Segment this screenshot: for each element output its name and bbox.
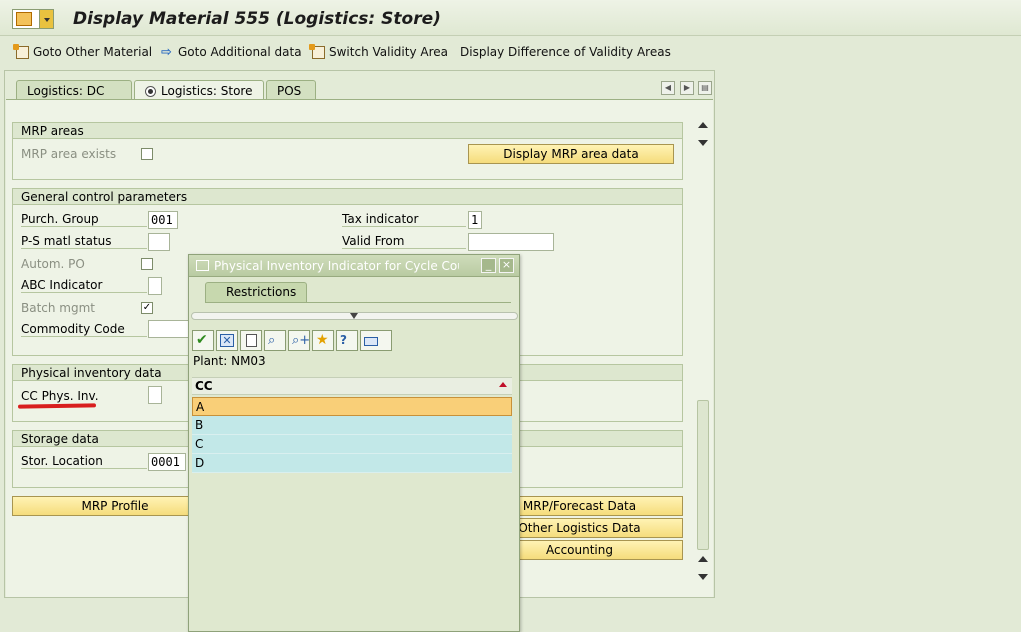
find-next-icon[interactable]: ⌕+ [288,330,310,351]
commodity-code-field[interactable] [148,320,190,338]
find-icon[interactable]: ⌕ [264,330,286,351]
restrictions-splitter[interactable] [191,312,518,320]
tab-pos[interactable]: POS [266,80,316,100]
dialog-toolbar: ✔ ✕ ⌕ ⌕+ ★ ? [192,330,392,352]
autom-po-label: Autom. PO [21,257,85,271]
mrp-area-exists-label: MRP area exists [21,147,117,161]
new-doc-icon[interactable] [240,330,262,351]
application-toolbar: Goto Other Material ⇨ Goto Additional da… [0,37,1021,67]
group-title: General control parameters [13,189,682,205]
tab-label: POS [277,83,302,98]
sort-ascending-icon [499,382,507,387]
dialog-title: Physical Inventory Indicator for Cycle C… [214,259,459,273]
list-item[interactable]: C [192,435,512,454]
dialog-title-bar: Physical Inventory Indicator for Cycle C… [189,255,519,277]
tab-restrictions[interactable]: Restrictions [205,282,307,302]
f4-help-dialog: Physical Inventory Indicator for Cycle C… [188,254,520,632]
cancel-icon[interactable]: ✕ [216,330,238,351]
tax-indicator-label: Tax indicator [342,212,466,227]
purch-group-field[interactable]: 001 [148,211,178,229]
menu-icon [16,12,32,26]
cc-column-header[interactable]: CC [192,377,512,395]
scroll-up-icon[interactable] [698,122,708,128]
commodity-code-label: Commodity Code [21,322,147,337]
material-doc-icon [13,43,29,59]
list-item[interactable]: D [192,454,512,473]
vertical-scrollbar[interactable] [695,118,711,586]
scroll-thumb[interactable] [697,400,709,550]
switch-validity-area-button[interactable]: Switch Validity Area [309,43,448,61]
valid-from-label: Valid From [342,234,466,249]
batch-mgmt-checkbox: ✓ [141,302,153,314]
stor-location-field[interactable]: 0001 [148,453,186,471]
check-icon[interactable]: ✔ [192,330,214,351]
mrp-area-exists-checkbox [141,148,153,160]
cc-phys-inv-label: CC Phys. Inv. [21,389,99,403]
title-bar: Display Material 555 (Logistics: Store) [0,0,1021,36]
tab-next-icon[interactable]: ▶ [680,81,694,95]
page-title: Display Material 555 (Logistics: Store) [73,9,441,29]
scroll-down-icon[interactable] [698,140,708,146]
list-item[interactable]: A [192,397,512,416]
favorite-add-icon[interactable]: ★ [312,330,334,351]
valid-from-field[interactable] [468,233,554,251]
tab-logistics-store[interactable]: Logistics: Store [134,80,264,101]
close-icon[interactable]: × [499,258,514,273]
arrow-right-icon: ⇨ [161,44,172,60]
tab-label: Logistics: DC [27,83,105,98]
goto-additional-data-button[interactable]: ⇨ Goto Additional data [161,43,302,61]
purch-group-label: Purch. Group [21,212,147,227]
goto-other-material-label: Goto Other Material [33,45,153,59]
stor-location-label: Stor. Location [21,454,147,469]
ps-matl-status-label: P-S matl status [21,234,147,249]
dialog-doc-icon [196,260,209,271]
cc-phys-inv-field[interactable] [148,386,162,404]
group-title: MRP areas [13,123,682,139]
help-icon[interactable]: ? [336,330,358,351]
tab-logistics-dc[interactable]: Logistics: DC [16,80,132,100]
display-mrp-area-data-button[interactable]: Display MRP area data [468,144,674,164]
tab-divider [205,302,511,303]
display-difference-button[interactable]: Display Difference of Validity Areas [460,43,671,61]
switch-validity-area-label: Switch Validity Area [329,45,448,59]
abc-indicator-field[interactable] [148,277,162,295]
tax-indicator-field[interactable]: 1 [468,211,482,229]
active-tab-icon [145,85,156,97]
tab-prev-icon[interactable]: ◀ [661,81,675,95]
tab-list-icon[interactable]: ▤ [698,81,712,95]
print-icon[interactable] [360,330,392,351]
abc-indicator-label: ABC Indicator [21,278,147,293]
minimize-icon[interactable]: _ [481,258,496,273]
tab-label: Logistics: Store [161,84,253,98]
expand-down-icon[interactable] [350,313,358,319]
display-difference-label: Display Difference of Validity Areas [460,45,671,59]
goto-additional-data-label: Goto Additional data [178,45,302,59]
plant-restriction-text: Plant: NM03 [193,354,266,368]
menu-icon-button[interactable] [12,9,54,29]
list-item[interactable]: B [192,416,512,435]
chevron-down-icon[interactable] [39,10,53,28]
scroll-down-icon[interactable] [698,574,708,580]
column-header-label: CC [195,379,213,393]
ps-matl-status-field[interactable] [148,233,170,251]
batch-mgmt-label: Batch mgmt [21,301,96,315]
scroll-up-icon[interactable] [698,556,708,562]
autom-po-checkbox [141,258,153,270]
goto-other-material-button[interactable]: Goto Other Material [13,43,153,61]
switch-doc-icon [309,43,325,59]
